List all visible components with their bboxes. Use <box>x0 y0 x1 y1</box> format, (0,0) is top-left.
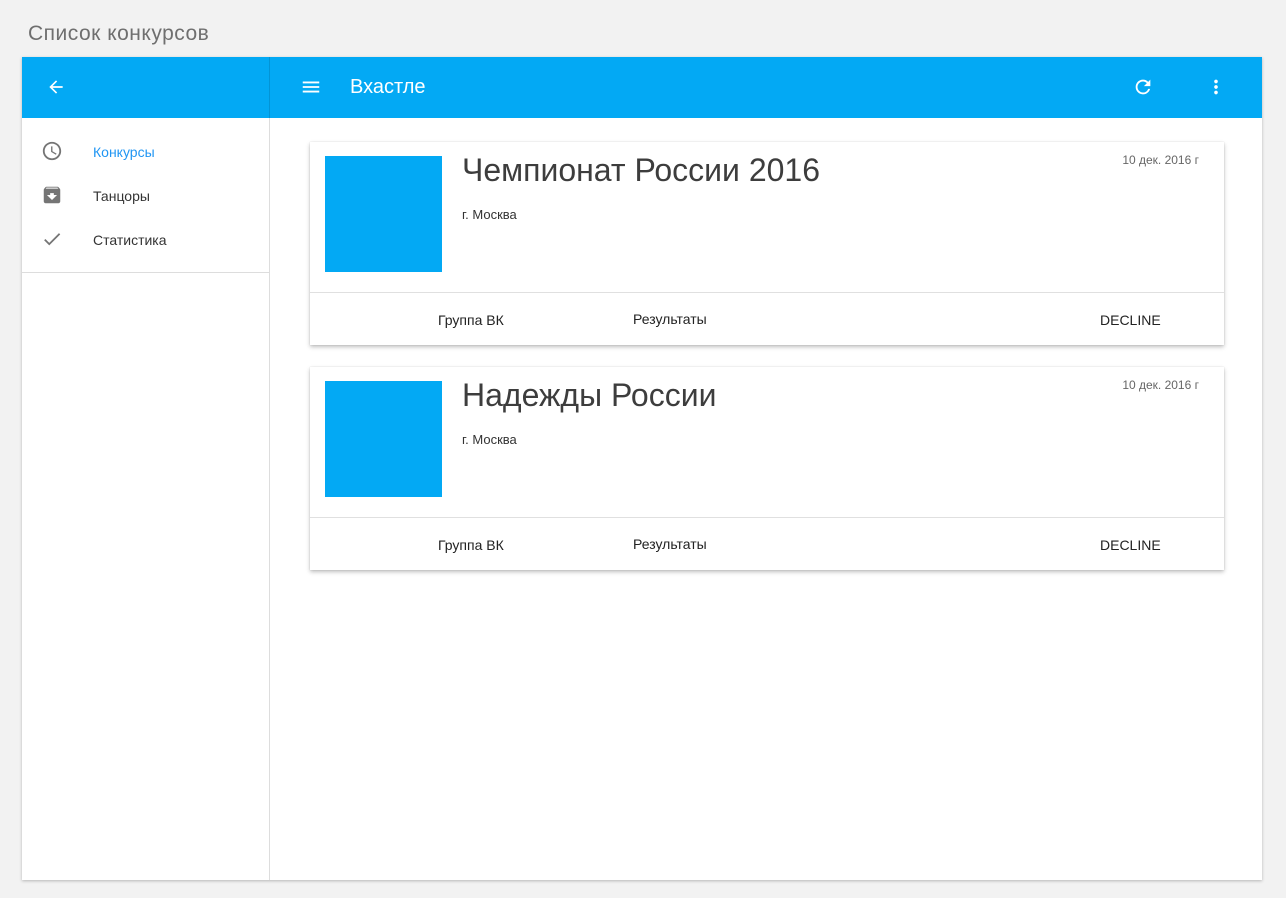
clock-icon <box>40 139 64 163</box>
decline-button[interactable]: DECLINE <box>1100 537 1161 553</box>
contest-thumbnail <box>325 381 442 497</box>
refresh-icon <box>1135 79 1151 95</box>
app-title: Вхастле <box>350 76 426 98</box>
app-bar: Вхастле <box>22 57 1262 118</box>
sidebar-item-dancers[interactable]: Танцоры <box>22 173 269 217</box>
sidebar-item-label: Статистика <box>93 232 167 248</box>
card-divider <box>310 517 1224 518</box>
card-divider <box>310 292 1224 293</box>
main-content: Чемпионат России 2016 г. Москва 10 дек. … <box>270 118 1262 880</box>
contest-card: Чемпионат России 2016 г. Москва 10 дек. … <box>310 142 1224 345</box>
decline-button[interactable]: DECLINE <box>1100 312 1161 328</box>
contest-title: Надежды России <box>462 377 717 413</box>
sidebar-item-label: Танцоры <box>93 188 150 204</box>
menu-icon <box>302 81 320 93</box>
vk-group-button[interactable]: Группа ВК <box>438 537 504 553</box>
refresh-button[interactable] <box>1129 73 1157 101</box>
sidebar-item-label: Конкурсы <box>93 144 155 160</box>
sidebar-item-contests[interactable]: Конкурсы <box>22 129 269 173</box>
nav-list: Конкурсы Танцоры Статистика <box>22 118 269 273</box>
contest-card: Надежды России г. Москва 10 дек. 2016 г … <box>310 367 1224 570</box>
results-button[interactable]: Результаты <box>633 311 707 327</box>
sidebar-item-statistics[interactable]: Статистика <box>22 217 269 261</box>
contest-date: 10 дек. 2016 г <box>1122 153 1199 167</box>
check-icon <box>40 227 64 251</box>
contest-date: 10 дек. 2016 г <box>1122 378 1199 392</box>
app-window: Вхастле Конкурсы Танцоры Статистика Чемп… <box>22 57 1262 880</box>
contest-city: г. Москва <box>462 432 517 447</box>
contest-title: Чемпионат России 2016 <box>462 152 820 188</box>
vk-group-button[interactable]: Группа ВК <box>438 312 504 328</box>
more-options-button[interactable] <box>1204 73 1228 101</box>
results-button[interactable]: Результаты <box>633 536 707 552</box>
contest-city: г. Москва <box>462 207 517 222</box>
app-bar-drawer-section <box>22 57 270 118</box>
arrow-back-icon <box>49 80 63 94</box>
more-vert-icon <box>1214 79 1218 95</box>
back-button[interactable] <box>42 73 70 101</box>
contest-thumbnail <box>325 156 442 272</box>
page-title: Список конкурсов <box>28 22 210 45</box>
archive-icon <box>40 183 64 207</box>
menu-button[interactable] <box>299 73 323 101</box>
sidebar: Конкурсы Танцоры Статистика <box>22 118 270 880</box>
